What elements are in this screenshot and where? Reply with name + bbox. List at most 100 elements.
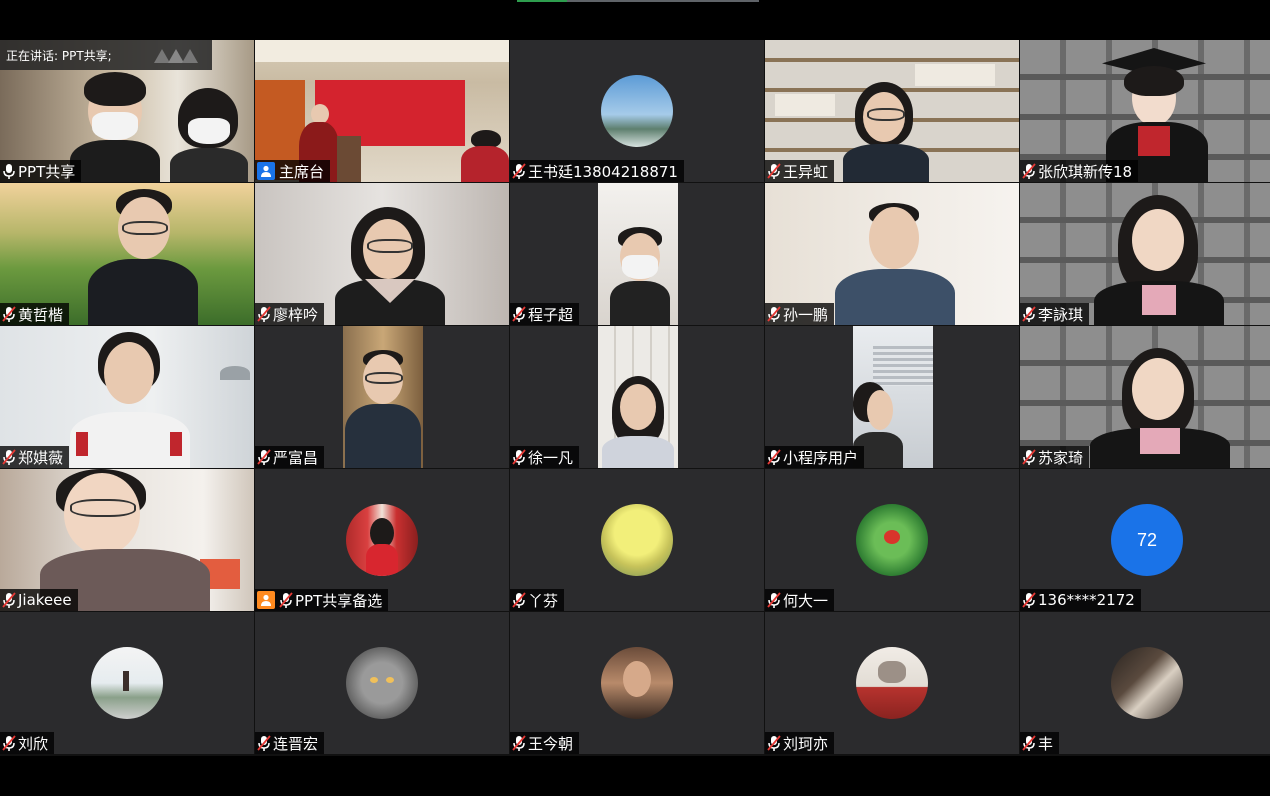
participant-name: 王书廷13804218871 xyxy=(528,162,678,181)
mic-muted-icon xyxy=(1022,735,1036,751)
participant-name: 何大一 xyxy=(783,591,829,610)
participant-namebar: 李詠琪 xyxy=(1020,303,1090,325)
participant-tile[interactable]: 王今朝 xyxy=(510,612,764,754)
app-logo-icon xyxy=(154,49,198,63)
participant-tile[interactable]: 小程序用户 xyxy=(765,326,1019,468)
participant-name: 136****2172 xyxy=(1038,591,1135,609)
cohost-icon xyxy=(257,591,275,609)
host-icon xyxy=(257,162,275,180)
participant-namebar: 136****2172 xyxy=(1020,589,1141,611)
participant-name: 丰 xyxy=(1038,734,1054,753)
participant-avatar xyxy=(346,504,418,576)
participant-namebar: 主席台 xyxy=(255,160,331,182)
participant-tile[interactable]: 刘珂亦 xyxy=(765,612,1019,754)
participant-name: 黄哲楷 xyxy=(18,305,64,324)
participant-tile[interactable]: 孙一鹏 xyxy=(765,183,1019,325)
participant-tile[interactable]: 郑娸薇 xyxy=(0,326,254,468)
participant-namebar: 丰 xyxy=(1020,732,1060,754)
participant-avatar xyxy=(856,504,928,576)
participant-tile[interactable]: 黄哲楷 xyxy=(0,183,254,325)
mic-muted-icon xyxy=(512,163,526,179)
participant-name: 李詠琪 xyxy=(1038,305,1084,324)
participant-tile[interactable]: 连晋宏 xyxy=(255,612,509,754)
participant-tile[interactable]: 李詠琪 xyxy=(1020,183,1270,325)
participant-tile[interactable]: 刘欣 xyxy=(0,612,254,754)
top-progress-strip xyxy=(517,0,759,2)
participant-namebar: 徐一凡 xyxy=(510,446,580,468)
mic-muted-icon xyxy=(767,163,781,179)
avatar-initials: 72 xyxy=(1136,529,1158,550)
participant-tile[interactable]: 72 136****2172 xyxy=(1020,469,1270,611)
participant-name: 刘珂亦 xyxy=(783,734,829,753)
participant-name: 王异虹 xyxy=(783,162,829,181)
participant-tile[interactable]: 何大一 xyxy=(765,469,1019,611)
mic-muted-icon xyxy=(512,592,526,608)
mic-muted-icon xyxy=(257,306,271,322)
participant-name: 主席台 xyxy=(279,162,325,181)
participant-name: 徐一凡 xyxy=(528,448,574,467)
speaking-label: 正在讲话: PPT共享; xyxy=(6,48,112,63)
participant-tile[interactable]: 程子超 xyxy=(510,183,764,325)
participant-name: Jiakeee xyxy=(18,591,72,609)
mic-muted-icon xyxy=(1022,592,1036,608)
mic-muted-icon xyxy=(512,306,526,322)
participant-avatar xyxy=(601,504,673,576)
participant-tile[interactable]: 苏家琦 xyxy=(1020,326,1270,468)
participant-namebar: 刘欣 xyxy=(0,732,55,754)
participant-avatar xyxy=(601,647,673,719)
participant-tile[interactable]: 丰 xyxy=(1020,612,1270,754)
participant-namebar: 黄哲楷 xyxy=(0,303,70,325)
participant-name: 廖梓吟 xyxy=(273,305,319,324)
participant-tile[interactable]: 严富昌 xyxy=(255,326,509,468)
participant-avatar xyxy=(91,647,163,719)
participant-name: PPT共享备选 xyxy=(295,591,383,610)
participant-tile[interactable]: 主席台 xyxy=(255,40,509,182)
participant-name: 连晋宏 xyxy=(273,734,319,753)
participant-namebar: 孙一鹏 xyxy=(765,303,835,325)
participant-tile[interactable]: 正在讲话: PPT共享; PPT共享 xyxy=(0,40,254,182)
participant-namebar: Jiakeee xyxy=(0,589,78,611)
participant-namebar: 王今朝 xyxy=(510,732,580,754)
mic-muted-icon xyxy=(1022,163,1036,179)
participant-name: 王今朝 xyxy=(528,734,574,753)
participant-namebar: 廖梓吟 xyxy=(255,303,325,325)
mic-muted-icon xyxy=(2,306,16,322)
mic-muted-icon xyxy=(767,735,781,751)
participant-name: 苏家琦 xyxy=(1038,448,1084,467)
participant-namebar: 何大一 xyxy=(765,589,835,611)
participant-tile[interactable]: PPT共享备选 xyxy=(255,469,509,611)
mic-muted-icon xyxy=(767,449,781,465)
participant-tile[interactable]: 张欣琪新传18 xyxy=(1020,40,1270,182)
mic-on-icon xyxy=(3,164,15,179)
participant-grid: 正在讲话: PPT共享; PPT共享 主席台 王书廷13804218871 王异… xyxy=(0,40,1270,756)
mic-muted-icon xyxy=(279,592,293,608)
mic-muted-icon xyxy=(767,306,781,322)
participant-video xyxy=(853,326,933,468)
participant-name: 严富昌 xyxy=(273,448,319,467)
participant-name: 孙一鹏 xyxy=(783,305,829,324)
participant-namebar: 王书廷13804218871 xyxy=(510,160,684,182)
participant-name: 张欣琪新传18 xyxy=(1038,162,1133,181)
participant-tile[interactable]: 廖梓吟 xyxy=(255,183,509,325)
bottom-bar xyxy=(0,756,1270,796)
participant-video xyxy=(598,326,678,468)
mic-muted-icon xyxy=(257,735,271,751)
top-bar xyxy=(0,0,1270,40)
participant-avatar xyxy=(601,75,673,147)
participant-tile[interactable]: 王异虹 xyxy=(765,40,1019,182)
mic-muted-icon xyxy=(2,592,16,608)
participant-name: 丫芬 xyxy=(528,591,559,610)
mic-muted-icon xyxy=(1022,449,1036,465)
mic-muted-icon xyxy=(2,449,16,465)
participant-tile[interactable]: 王书廷13804218871 xyxy=(510,40,764,182)
participant-name: 小程序用户 xyxy=(783,448,859,467)
participant-avatar xyxy=(1111,647,1183,719)
participant-name: 郑娸薇 xyxy=(18,448,64,467)
participant-namebar: 张欣琪新传18 xyxy=(1020,160,1139,182)
participant-tile[interactable]: Jiakeee xyxy=(0,469,254,611)
participant-video xyxy=(343,326,423,468)
participant-tile[interactable]: 丫芬 xyxy=(510,469,764,611)
participant-tile[interactable]: 徐一凡 xyxy=(510,326,764,468)
mic-muted-icon xyxy=(2,735,16,751)
mic-muted-icon xyxy=(767,592,781,608)
